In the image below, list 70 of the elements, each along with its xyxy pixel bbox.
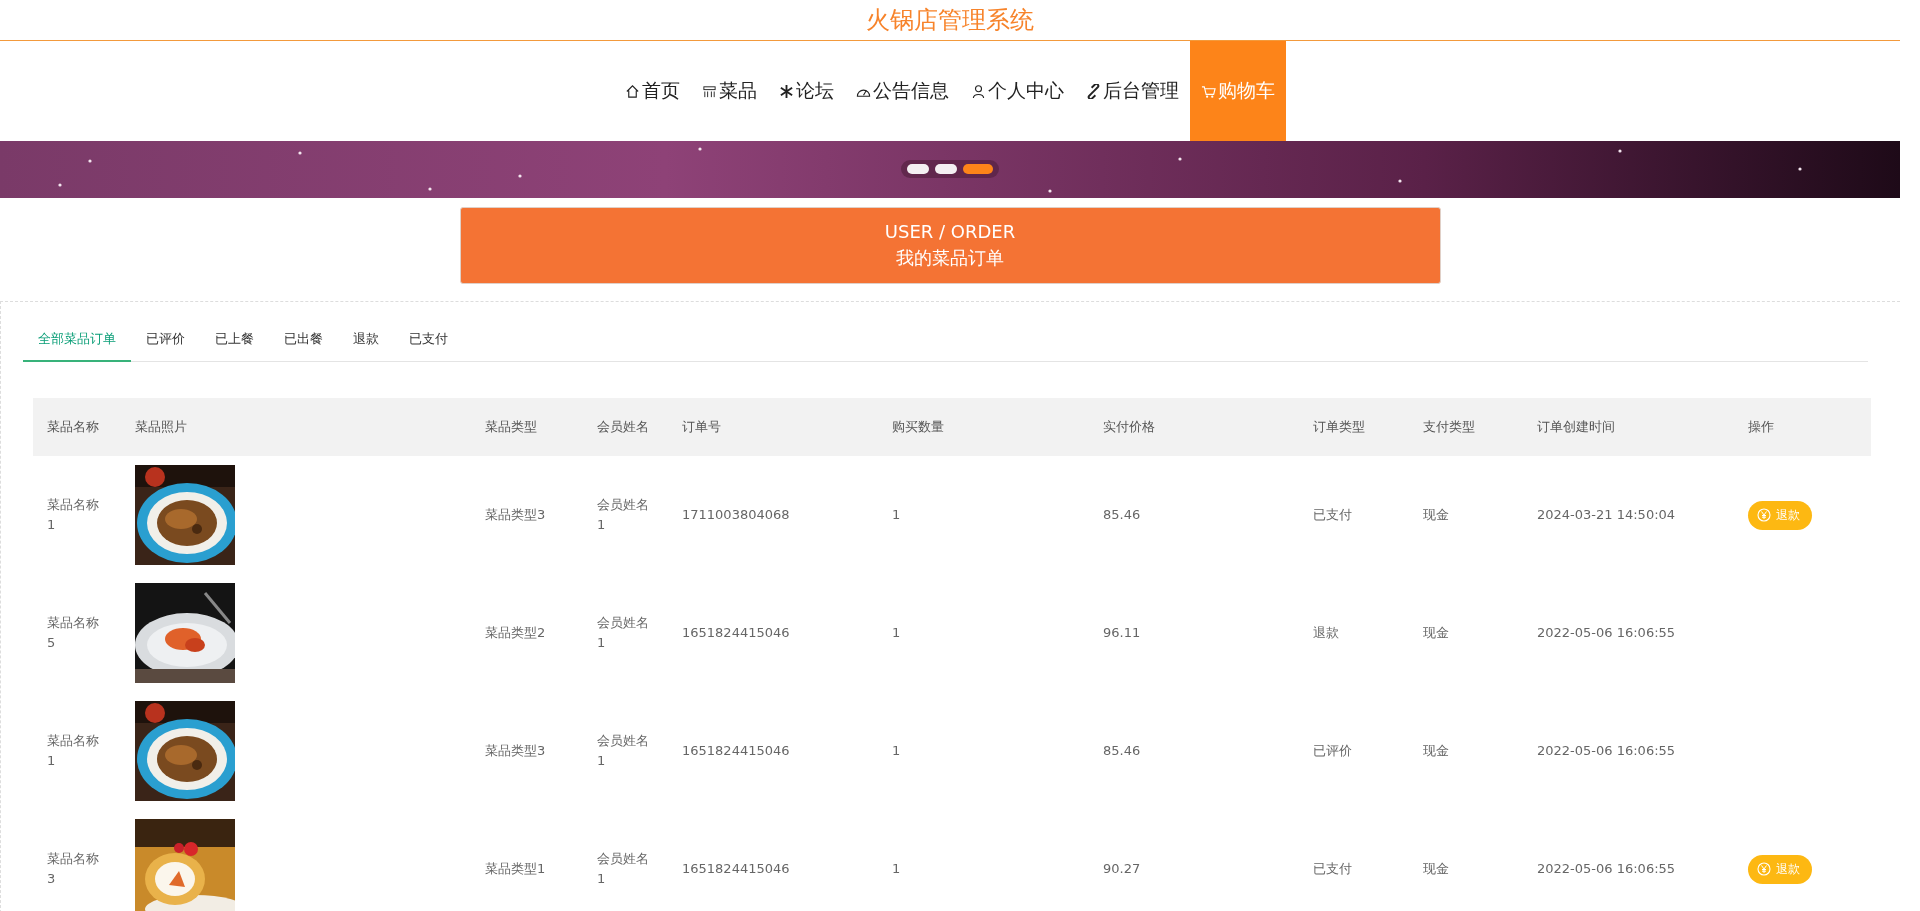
- table-cell: 菜品类型3: [485, 507, 546, 522]
- cart-icon: [1201, 83, 1216, 99]
- table-cell: 退款: [1313, 625, 1339, 640]
- nav-link[interactable]: 后台管理: [1075, 41, 1190, 141]
- table-cell: 菜品名称1: [47, 733, 99, 768]
- site-title: 火锅店管理系统: [866, 5, 1034, 36]
- snowflake-icon: [779, 83, 794, 99]
- table-cell: 1: [892, 861, 901, 876]
- yen-icon: [1757, 862, 1771, 876]
- filter-tab[interactable]: 已评价: [131, 320, 200, 362]
- table-cell: 1651824415046: [682, 625, 790, 640]
- table-cell: 菜品名称1: [47, 497, 99, 532]
- table-cell: 菜品名称5: [47, 615, 99, 650]
- table-cell: 菜品类型2: [485, 625, 546, 640]
- table-cell: 85.46: [1103, 507, 1141, 522]
- table-cell: 90.27: [1103, 861, 1141, 876]
- column-header: 支付类型: [1423, 419, 1475, 434]
- column-header: 实付价格: [1103, 419, 1155, 434]
- column-header: 菜品照片: [135, 419, 187, 434]
- link-icon: [1086, 83, 1101, 99]
- table-cell: 会员姓名1: [597, 851, 649, 886]
- table-cell: 已支付: [1313, 507, 1352, 522]
- column-header: 会员姓名: [597, 419, 649, 434]
- table-cell: 2022-05-06 16:06:55: [1537, 625, 1676, 640]
- filter-tab[interactable]: 已支付: [394, 320, 463, 362]
- table-cell: 已评价: [1313, 743, 1352, 758]
- table-cell: 96.11: [1103, 625, 1141, 640]
- column-header: 操作: [1748, 419, 1774, 434]
- column-header: 订单号: [682, 419, 721, 434]
- nav-link[interactable]: 首页: [614, 41, 691, 141]
- table-cell: 2024-03-21 14:50:04: [1537, 507, 1676, 522]
- column-header: 订单类型: [1313, 419, 1365, 434]
- table-cell: 1651824415046: [682, 743, 790, 758]
- filter-tab[interactable]: 退款: [338, 320, 394, 362]
- table-cell: 1: [892, 625, 901, 640]
- nav-link[interactable]: 公告信息: [845, 41, 960, 141]
- yen-icon: [1757, 508, 1771, 522]
- column-header: 菜品名称: [47, 419, 99, 434]
- home-icon: [625, 83, 640, 99]
- section-heading: 我的菜品订单: [896, 246, 1004, 270]
- table-cell: 现金: [1423, 861, 1449, 876]
- table-cell: 会员姓名1: [597, 733, 649, 768]
- table-cell: 现金: [1423, 743, 1449, 758]
- person-icon: [971, 83, 986, 99]
- table-cell: 1: [892, 743, 901, 758]
- table-cell: 菜品类型1: [485, 861, 546, 876]
- table-cell: 菜品名称3: [47, 851, 99, 886]
- table-cell: 已支付: [1313, 861, 1352, 876]
- column-header: 菜品类型: [485, 419, 537, 434]
- table-cell: 1651824415046: [682, 861, 790, 876]
- column-header: 订单创建时间: [1537, 419, 1615, 434]
- table-cell: 现金: [1423, 507, 1449, 522]
- grid-icon: [702, 83, 717, 99]
- nav-link[interactable]: 个人中心: [960, 41, 1075, 141]
- table-cell: 85.46: [1103, 743, 1141, 758]
- section-heading-english: USER / ORDER: [884, 221, 1016, 242]
- table-cell: 1: [892, 507, 901, 522]
- table-cell: 1711003804068: [682, 507, 790, 522]
- nav-link[interactable]: 论坛: [768, 41, 845, 141]
- table-cell: 会员姓名1: [597, 497, 649, 532]
- filter-tab[interactable]: 全部菜品订单: [23, 320, 131, 362]
- table-cell: 现金: [1423, 625, 1449, 640]
- table-cell: 菜品类型3: [485, 743, 546, 758]
- filter-tab[interactable]: 已上餐: [200, 320, 269, 362]
- table-cell: 2022-05-06 16:06:55: [1537, 861, 1676, 876]
- nav-link[interactable]: 菜品: [691, 41, 768, 141]
- table-cell: 会员姓名1: [597, 615, 649, 650]
- table-cell: 2022-05-06 16:06:55: [1537, 743, 1676, 758]
- filter-tab[interactable]: 已出餐: [269, 320, 338, 362]
- column-header: 购买数量: [892, 419, 944, 434]
